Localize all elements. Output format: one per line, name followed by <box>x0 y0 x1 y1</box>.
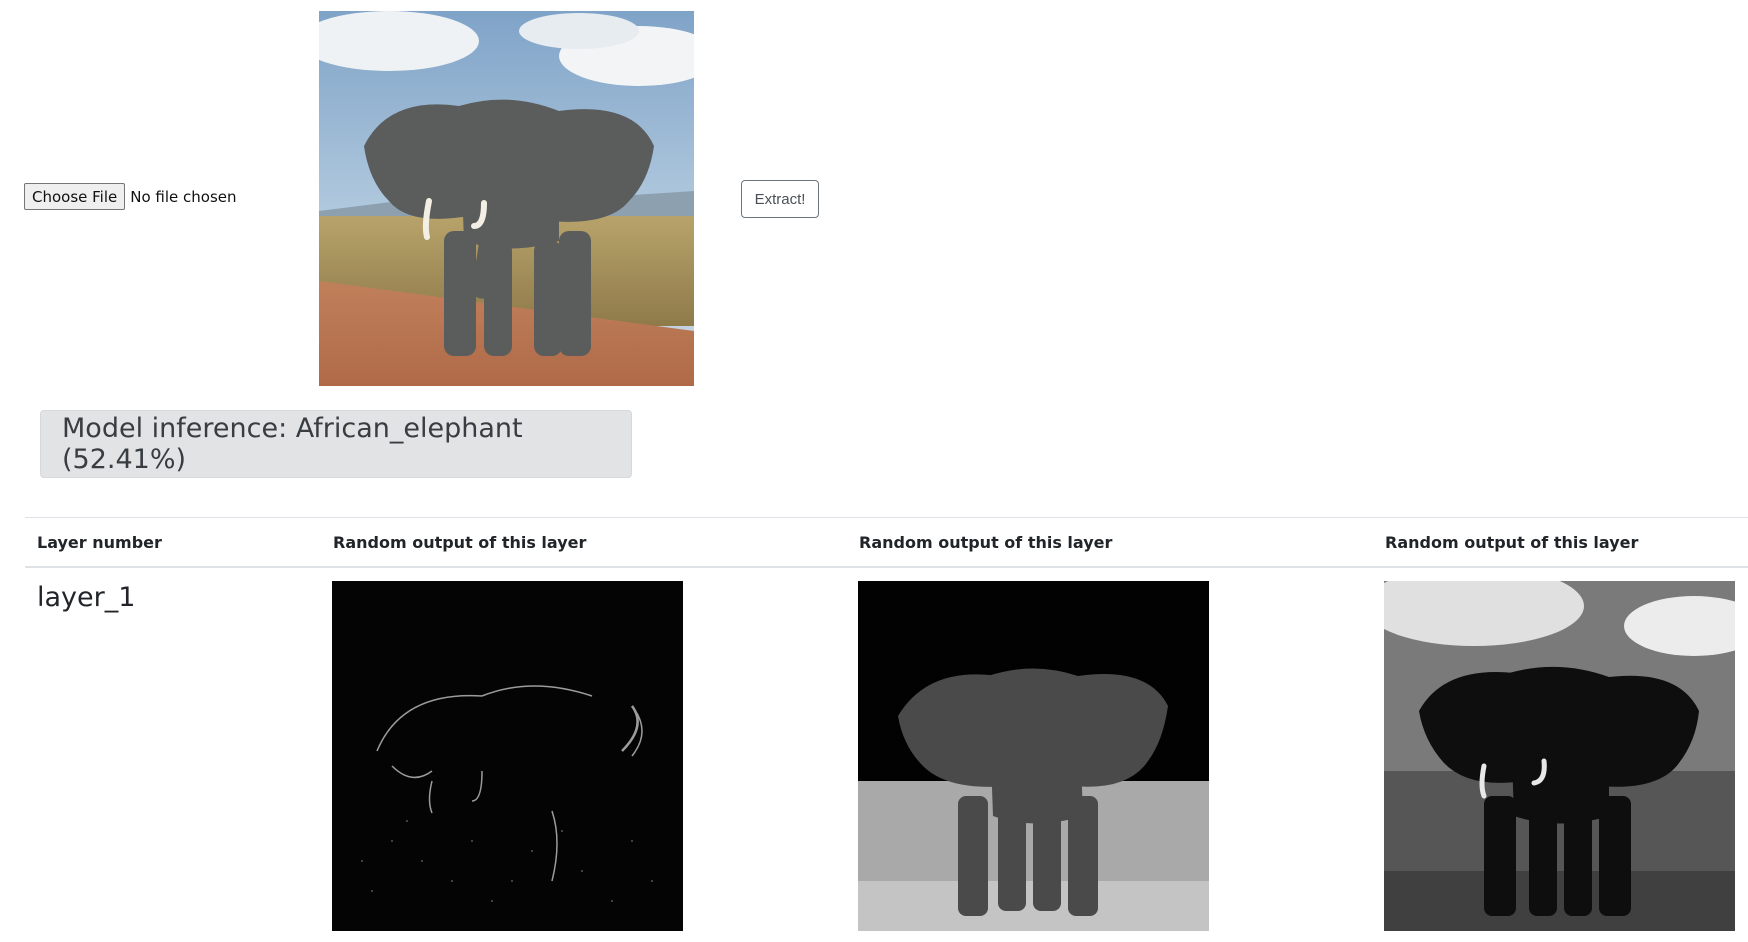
table-header-border <box>25 566 1748 568</box>
header-random-output-3: Random output of this layer <box>1385 533 1639 552</box>
header-layer-number: Layer number <box>37 533 162 552</box>
feature-map-3 <box>1384 581 1735 931</box>
choose-file-button[interactable]: Choose File <box>24 183 126 210</box>
header-random-output-2: Random output of this layer <box>859 533 1113 552</box>
file-input[interactable]: Choose File No file chosen <box>24 183 237 210</box>
extract-button[interactable]: Extract! <box>741 180 819 218</box>
page: Choose File No file chosen Extract! Mode… <box>0 0 1748 942</box>
layer-name: layer_1 <box>37 582 136 613</box>
model-inference-text: Model inference: African_elephant (52.41… <box>62 413 523 475</box>
model-inference-alert: Model inference: African_elephant (52.41… <box>40 410 632 478</box>
header-random-output-1: Random output of this layer <box>333 533 587 552</box>
uploaded-image-preview <box>319 11 694 386</box>
elephant-photo <box>319 11 694 386</box>
file-status-text: No file chosen <box>130 187 237 206</box>
feature-map-1 <box>332 581 683 931</box>
table-top-border <box>25 517 1748 518</box>
feature-map-2 <box>858 581 1209 931</box>
